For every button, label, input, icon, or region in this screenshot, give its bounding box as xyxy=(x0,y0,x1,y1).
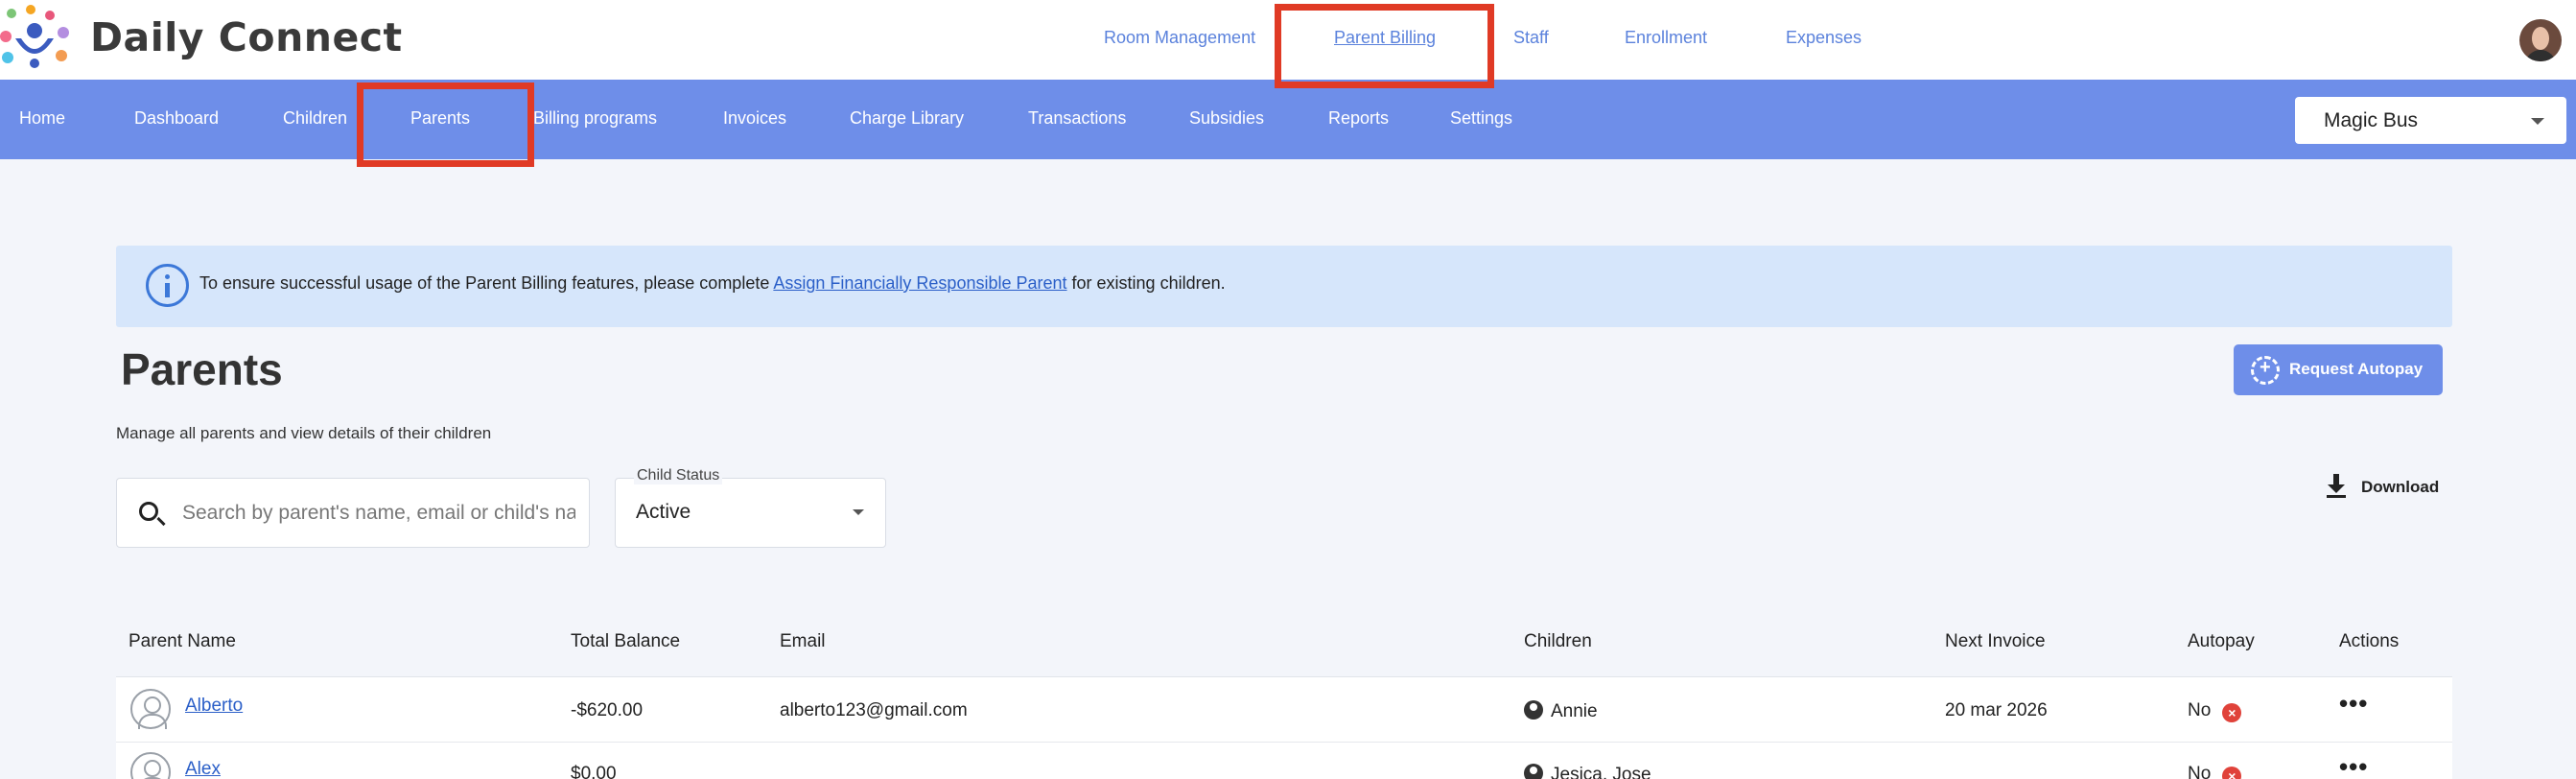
col-next-invoice[interactable]: Next Invoice xyxy=(1945,631,2046,652)
col-actions: Actions xyxy=(2339,631,2400,651)
search-box xyxy=(116,478,590,548)
children-cell: Annie xyxy=(1524,700,1598,722)
autopay-status: No × xyxy=(2188,764,2242,779)
sub-nav-charge-library[interactable]: Charge Library xyxy=(850,108,964,129)
parent-email: alberto123@gmail.com xyxy=(780,700,968,720)
info-banner: To ensure successful usage of the Parent… xyxy=(116,246,2452,327)
top-nav-staff[interactable]: Staff xyxy=(1513,28,1549,48)
child-status-value: Active xyxy=(636,501,691,523)
assign-responsible-parent-link[interactable]: Assign Financially Responsible Parent xyxy=(773,273,1066,293)
sub-nav-transactions[interactable]: Transactions xyxy=(1028,108,1126,129)
sub-nav-dashboard[interactable]: Dashboard xyxy=(134,108,219,129)
total-balance: $0.00 xyxy=(571,764,617,779)
download-icon xyxy=(2325,474,2348,499)
page-title: Parents xyxy=(121,344,283,394)
parent-name-link[interactable]: Alex xyxy=(185,759,221,779)
chevron-down-icon xyxy=(853,509,864,515)
page-description: Manage all parents and view details of t… xyxy=(116,424,492,442)
search-input[interactable] xyxy=(182,498,575,529)
col-parent-name[interactable]: Parent Name xyxy=(129,631,236,652)
info-icon xyxy=(146,264,189,307)
highlight-parents xyxy=(357,83,534,167)
col-total-balance[interactable]: Total Balance xyxy=(571,631,680,652)
site-selector-value: Magic Bus xyxy=(2324,109,2419,131)
sub-nav-billing-programs[interactable]: Billing programs xyxy=(533,108,657,129)
parents-table: Parent Name Total Balance Email Children… xyxy=(116,608,2452,779)
row-actions-menu[interactable]: ••• xyxy=(2339,689,2368,719)
close-circle-icon: × xyxy=(2222,703,2242,722)
logo-icon xyxy=(0,4,77,71)
col-autopay: Autopay xyxy=(2188,631,2255,651)
next-invoice: 20 mar 2026 xyxy=(1945,700,2048,720)
child-status-label: Child Status xyxy=(634,467,723,484)
request-autopay-button[interactable]: Request Autopay xyxy=(2234,344,2443,395)
sub-nav-children[interactable]: Children xyxy=(283,108,347,129)
table-row: Alex $0.00 Jesica, Jose No × ••• xyxy=(116,743,2452,779)
col-email[interactable]: Email xyxy=(780,631,826,652)
total-balance: -$620.00 xyxy=(571,700,644,720)
banner-text: To ensure successful usage of the Parent… xyxy=(199,273,1226,293)
child-icon xyxy=(1524,700,1543,720)
user-avatar[interactable] xyxy=(2519,19,2562,61)
logo[interactable]: Daily Connect xyxy=(0,4,403,71)
child-status-select[interactable]: Child Status Active xyxy=(615,467,886,548)
sub-nav-invoices[interactable]: Invoices xyxy=(723,108,786,129)
table-row: Alberto -$620.00 alberto123@gmail.com An… xyxy=(116,677,2452,743)
child-icon xyxy=(1524,764,1543,779)
close-circle-icon: × xyxy=(2222,767,2242,779)
col-children: Children xyxy=(1524,631,1592,651)
highlight-parent-billing xyxy=(1275,4,1494,88)
sub-nav-subsidies[interactable]: Subsidies xyxy=(1189,108,1264,129)
autopay-icon xyxy=(2251,356,2280,385)
children-cell: Jesica, Jose xyxy=(1524,764,1651,779)
top-nav-room-management[interactable]: Room Management xyxy=(1104,28,1255,48)
parent-name-link[interactable]: Alberto xyxy=(185,696,243,717)
autopay-status: No × xyxy=(2188,700,2242,722)
row-actions-menu[interactable]: ••• xyxy=(2339,752,2368,779)
top-nav-enrollment[interactable]: Enrollment xyxy=(1625,28,1707,48)
brand-name: Daily Connect xyxy=(90,14,403,60)
search-icon xyxy=(139,502,158,521)
chevron-down-icon xyxy=(2531,118,2544,125)
top-nav-expenses[interactable]: Expenses xyxy=(1786,28,1862,48)
sub-nav-reports[interactable]: Reports xyxy=(1328,108,1389,129)
table-header: Parent Name Total Balance Email Children… xyxy=(116,608,2452,677)
parent-avatar-icon xyxy=(130,689,171,729)
sub-nav-home[interactable]: Home xyxy=(19,108,65,129)
sub-nav-settings[interactable]: Settings xyxy=(1450,108,1512,129)
parent-avatar-icon xyxy=(130,752,171,779)
site-selector[interactable]: Magic Bus xyxy=(2295,97,2566,144)
